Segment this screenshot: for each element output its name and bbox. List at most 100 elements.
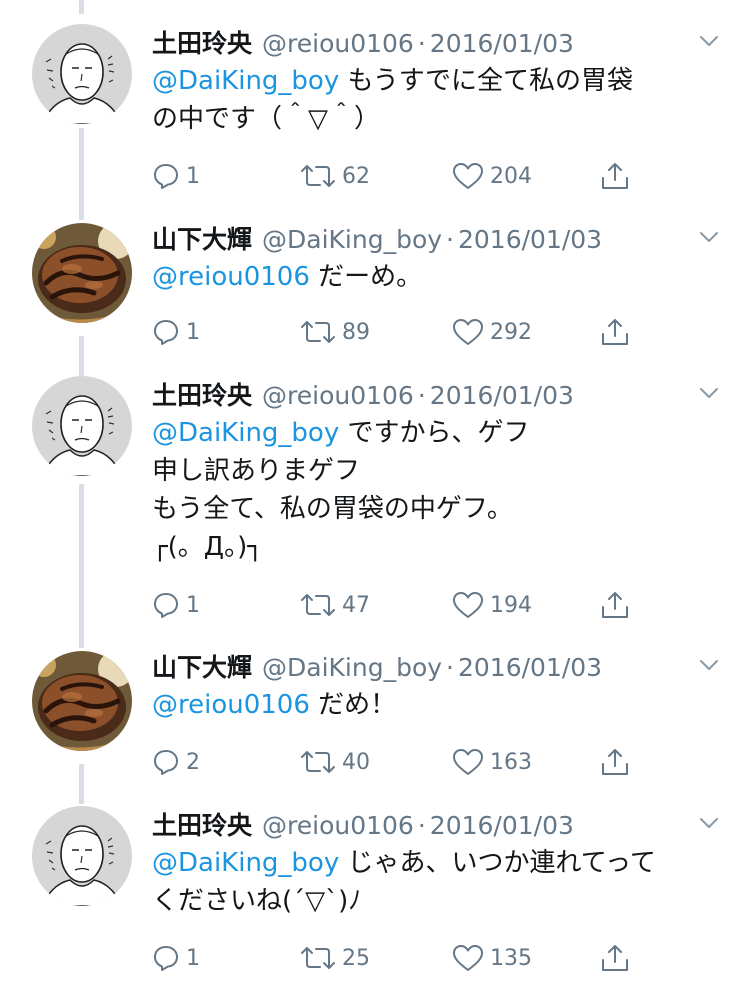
reply-button[interactable]: 1 [152,941,200,975]
tweet-text-line: ┌(。Д。)┐ [152,532,263,562]
tweet-text-line: だめ！ [318,690,397,720]
retweet-count: 62 [342,163,370,189]
tweet-header: 土田玲央 @reiou0106 · 2016/01/03 [152,376,574,412]
retweet-button[interactable]: 40 [300,745,370,779]
hamburg-steak-avatar-icon [32,651,132,751]
share-button[interactable] [600,588,630,622]
heart-icon [453,163,483,189]
retweet-count: 89 [342,319,370,345]
mention-link[interactable]: @reiou0106 [152,262,310,292]
user-handle[interactable]: @DaiKing_boy [262,225,442,254]
retweet-icon [301,165,335,187]
tweet-text-line: じゃあ、いつか連れてって [347,848,656,878]
share-icon [602,592,628,618]
reply-icon [154,164,178,189]
tweet-header: 土田玲央 @reiou0106 · 2016/01/03 [152,806,574,842]
tweet-date[interactable]: 2016/01/03 [430,811,574,840]
retweet-button[interactable]: 89 [300,315,370,349]
tweet-date[interactable]: 2016/01/03 [458,653,602,682]
avatar[interactable] [32,806,132,906]
tweet-date[interactable]: 2016/01/03 [430,381,574,410]
retweet-count: 47 [342,592,370,618]
like-button[interactable]: 204 [452,159,532,193]
like-button[interactable]: 163 [452,745,532,779]
like-count: 135 [490,945,532,971]
share-button[interactable] [600,745,630,779]
tweet[interactable]: 山下大輝 @DaiKing_boy · 2016/01/03 @reiou010… [0,648,749,798]
mention-link[interactable]: @reiou0106 [152,690,310,720]
like-button[interactable]: 135 [452,941,532,975]
reply-button[interactable]: 2 [152,745,200,779]
retweet-button[interactable]: 25 [300,941,370,975]
tweet-text-line: の中です（＾▽＾） [152,104,380,134]
mention-link[interactable]: @DaiKing_boy [152,848,339,878]
like-button[interactable]: 194 [452,588,532,622]
share-button[interactable] [600,941,630,975]
avatar[interactable] [32,651,132,751]
separator: · [446,225,454,254]
heart-icon [453,592,483,618]
mention-link[interactable]: @DaiKing_boy [152,66,339,96]
heart-icon [453,319,483,345]
like-button[interactable]: 292 [452,315,532,349]
reply-button[interactable]: 1 [152,159,200,193]
display-name[interactable]: 山下大輝 [152,220,252,256]
timeline: 土田玲央 @reiou0106 · 2016/01/03 @DaiKing_bo… [0,0,749,992]
avatar[interactable] [32,376,132,476]
tweet-date[interactable]: 2016/01/03 [458,225,602,254]
tweet[interactable]: 土田玲央 @reiou0106 · 2016/01/03 @DaiKing_bo… [0,806,749,992]
heart-icon [453,945,483,971]
tweet-header: 土田玲央 @reiou0106 · 2016/01/03 [152,24,574,60]
reply-icon [154,593,178,618]
reply-icon [154,320,178,345]
tweet-text: @reiou0106 だーめ。 [152,258,732,296]
share-icon [602,319,628,345]
tweet-actions: 2 40 163 [152,745,642,779]
retweet-count: 40 [342,749,370,775]
share-button[interactable] [600,315,630,349]
tweet[interactable]: 山下大輝 @DaiKing_boy · 2016/01/03 @reiou010… [0,220,749,370]
share-button[interactable] [600,159,630,193]
retweet-button[interactable]: 62 [300,159,370,193]
user-handle[interactable]: @reiou0106 [262,811,414,840]
separator: · [417,811,426,840]
tweet-date[interactable]: 2016/01/03 [430,29,574,58]
display-name[interactable]: 土田玲央 [152,24,252,60]
retweet-count: 25 [342,945,370,971]
chevron-down-icon[interactable] [698,812,720,834]
chevron-down-icon[interactable] [698,654,720,676]
tweet-text-line: もう全て、私の胃袋の中ゲフ。 [152,494,513,524]
user-handle[interactable]: @reiou0106 [262,29,414,58]
tweet-actions: 1 62 204 [152,159,642,193]
like-count: 204 [490,163,532,189]
chevron-down-icon[interactable] [698,382,720,404]
tweet-header: 山下大輝 @DaiKing_boy · 2016/01/03 [152,220,602,256]
display-name[interactable]: 土田玲央 [152,376,252,412]
like-count: 292 [490,319,532,345]
mention-link[interactable]: @DaiKing_boy [152,418,339,448]
tweet[interactable]: 土田玲央 @reiou0106 · 2016/01/03 @DaiKing_bo… [0,24,749,214]
display-name[interactable]: 土田玲央 [152,806,252,842]
reply-count: 1 [186,945,200,971]
sketch-face-avatar-icon [32,376,132,476]
display-name[interactable]: 山下大輝 [152,648,252,684]
tweet-text: @DaiKing_boy じゃあ、いつか連れてって くださいね(´▽`)ﾉ [152,844,732,920]
reply-button[interactable]: 1 [152,588,200,622]
share-icon [602,163,628,189]
user-handle[interactable]: @reiou0106 [262,381,414,410]
reply-count: 2 [186,749,200,775]
avatar[interactable] [32,24,132,124]
user-handle[interactable]: @DaiKing_boy [262,653,442,682]
reply-count: 1 [186,163,200,189]
reply-icon [154,750,178,775]
chevron-down-icon[interactable] [698,30,720,52]
like-count: 163 [490,749,532,775]
tweet-text: @DaiKing_boy ですから、ゲフ 申し訳ありまゲフ もう全て、私の胃袋の… [152,414,732,566]
share-icon [602,749,628,775]
avatar[interactable] [32,223,132,323]
reply-button[interactable]: 1 [152,315,200,349]
tweet-text: @reiou0106 だめ！ [152,686,732,724]
retweet-button[interactable]: 47 [300,588,370,622]
chevron-down-icon[interactable] [698,226,720,248]
tweet[interactable]: 土田玲央 @reiou0106 · 2016/01/03 @DaiKing_bo… [0,376,749,646]
